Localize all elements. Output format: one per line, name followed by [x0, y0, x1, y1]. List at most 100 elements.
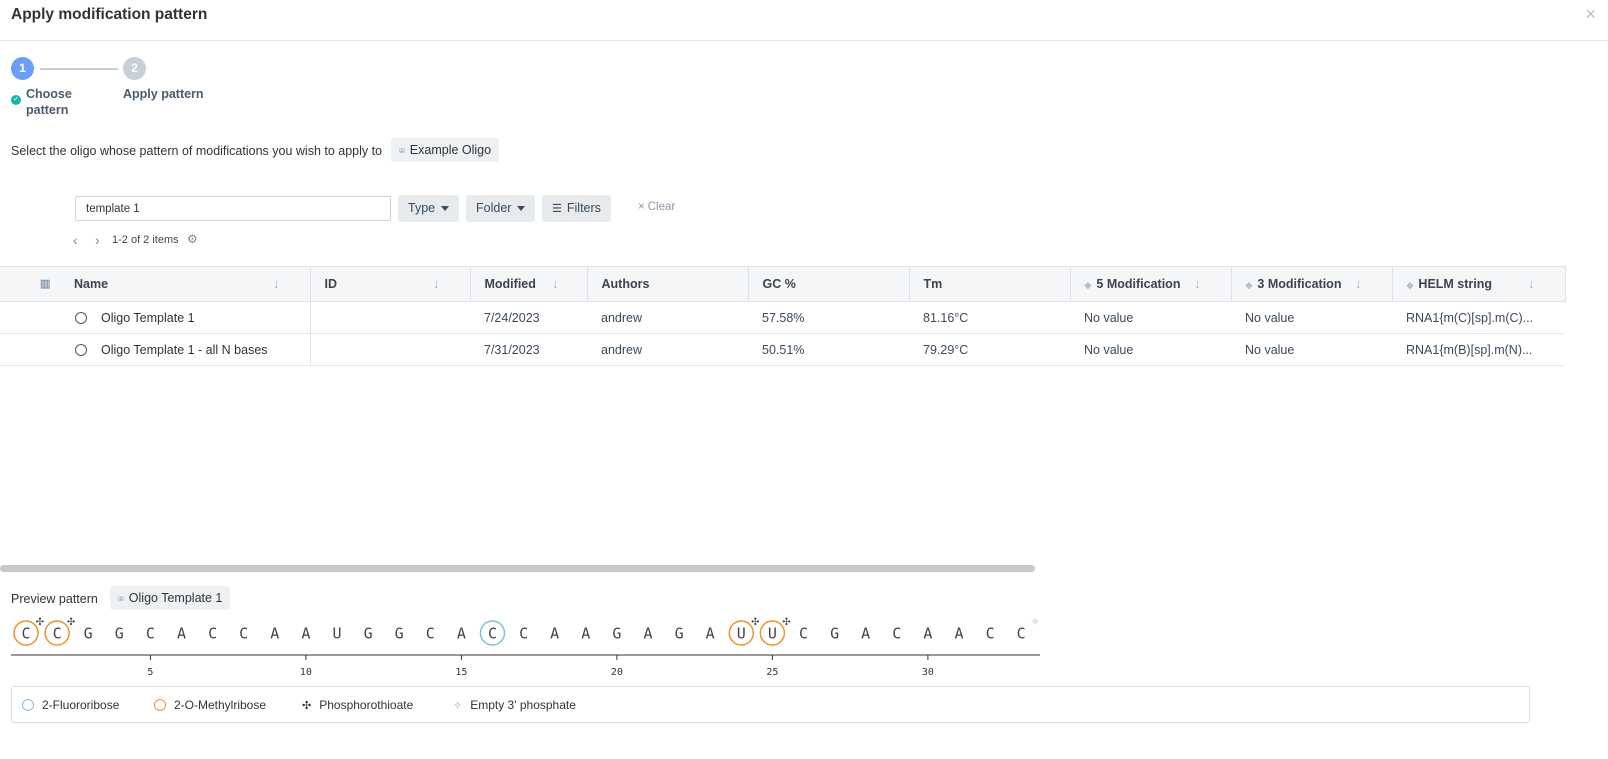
base-letter: U	[737, 625, 746, 643]
base-letter: G	[612, 625, 621, 643]
sequence-preview: C ✣ C ✣ G G C A C C A A U G G C A C C A A G A G A U ✣ U ✣ C G A C A A C C ✧ 5 1…	[11, 617, 1040, 678]
base-letter: A	[550, 625, 559, 643]
chevron-down-icon	[517, 206, 526, 212]
preview-oligo-chip: ᵍᵍ Oligo Template 1	[110, 586, 231, 610]
authors-cell: andrew	[587, 301, 748, 334]
select-column-header[interactable]: ▥	[0, 266, 60, 302]
axis-tick-label: 20	[611, 667, 623, 678]
base-letter: C	[208, 625, 217, 643]
column-header-modified[interactable]: Modified ↓	[470, 266, 588, 302]
column-header-helm[interactable]: ◆ HELM string ↓	[1392, 266, 1566, 302]
mod3-cell: No value	[1231, 301, 1392, 334]
instruction-text: Select the oligo whose pattern of modifi…	[11, 144, 383, 158]
table-row[interactable]: Oligo Template 1 - all N bases 7/31/2023…	[0, 333, 1565, 366]
base-letter: G	[830, 625, 839, 643]
oligo-icon: ᵍᵍ	[118, 594, 124, 604]
sort-arrow-icon: ↓	[273, 276, 280, 291]
row-select-radio[interactable]	[75, 344, 87, 357]
authors-cell: andrew	[587, 333, 748, 366]
tm-cell: 79.29°C	[909, 333, 1070, 366]
column-header-id[interactable]: ID ↓	[310, 266, 471, 302]
row-select-radio[interactable]	[75, 312, 87, 325]
base-letter: A	[270, 625, 279, 643]
column-header-tm[interactable]: Tm	[909, 266, 1071, 302]
sort-arrow-icon: ↓	[1528, 276, 1535, 291]
chevron-down-icon	[441, 206, 450, 212]
horizontal-scrollbar[interactable]	[0, 565, 1035, 572]
legend-methylribose: 2-O-Methylribose	[154, 698, 266, 712]
id-cell	[310, 333, 470, 366]
sort-arrow-icon: ↓	[552, 276, 559, 291]
name-cell: Oligo Template 1 - all N bases	[60, 333, 311, 366]
filter-icon: ☰	[552, 203, 562, 215]
base-letter: A	[954, 625, 963, 643]
pagination-summary: 1-2 of 2 items	[112, 234, 179, 246]
base-letter: A	[923, 625, 932, 643]
type-filter-button[interactable]: Type	[398, 195, 460, 222]
close-icon[interactable]: ×	[1585, 4, 1596, 25]
column-header-authors[interactable]: Authors	[587, 266, 749, 302]
filters-button[interactable]: ☰ Filters	[542, 195, 611, 222]
step-2-indicator[interactable]: 2	[123, 57, 146, 80]
stepper-connector	[40, 68, 118, 70]
tag-icon: ◆	[1406, 280, 1414, 290]
target-oligo-chip: ᵍᵍ Example Oligo	[391, 138, 500, 162]
legend-empty-3-phosphate: ✧ Empty 3' phosphate	[453, 698, 576, 712]
dialog-title: Apply modification pattern	[11, 6, 208, 23]
modified-cell: 7/24/2023	[470, 301, 587, 334]
empty-phosphate-icon: ✧	[1031, 617, 1039, 628]
base-letter: A	[301, 625, 310, 643]
header-divider	[0, 40, 1608, 41]
base-letter: G	[115, 625, 124, 643]
axis-tick-label: 25	[766, 667, 778, 678]
next-page-icon[interactable]: ›	[95, 232, 100, 248]
helm-cell: RNA1{m(C)[sp].m(C)...	[1392, 301, 1565, 334]
preview-pattern-label: Preview pattern	[11, 592, 98, 606]
table-row[interactable]: Oligo Template 1 7/24/2023 andrew 57.58%…	[0, 301, 1565, 334]
base-letter: A	[177, 625, 186, 643]
column-header-3-modification[interactable]: ◆ 3 Modification ↓	[1231, 266, 1393, 302]
column-settings-icon[interactable]: ⚙	[187, 232, 198, 246]
columns-icon: ▥	[40, 278, 51, 290]
base-letter: C	[488, 625, 497, 643]
phosphorothioate-icon: ✣	[67, 617, 75, 628]
id-cell	[310, 301, 470, 334]
base-letter: A	[643, 625, 652, 643]
step-complete-check-icon: ✓	[11, 95, 21, 105]
gc-cell: 57.58%	[748, 301, 909, 334]
base-letter: C	[21, 625, 30, 643]
base-letter: G	[364, 625, 373, 643]
phosphorothioate-icon: ✣	[36, 617, 44, 628]
search-input[interactable]	[75, 196, 391, 221]
sort-arrow-icon: ↓	[1355, 276, 1362, 291]
previous-page-icon[interactable]: ‹	[73, 232, 78, 248]
base-letter: C	[146, 625, 155, 643]
column-header-gc[interactable]: GC %	[748, 266, 910, 302]
folder-filter-button[interactable]: Folder	[466, 195, 536, 222]
base-letter: A	[581, 625, 590, 643]
column-header-name[interactable]: Name ↓	[60, 266, 311, 302]
mod5-cell: No value	[1070, 301, 1231, 334]
tag-icon: ◆	[1084, 280, 1092, 290]
step-1-indicator[interactable]: 1	[11, 57, 34, 80]
clear-filters-button[interactable]: × Clear	[638, 201, 675, 213]
tm-cell: 81.16°C	[909, 301, 1070, 334]
gc-cell: 50.51%	[748, 333, 909, 366]
base-letter: C	[1017, 625, 1026, 643]
fluororibose-circle-icon	[22, 699, 34, 711]
base-letter: A	[706, 625, 715, 643]
base-letter: U	[332, 625, 341, 643]
mod5-cell: No value	[1070, 333, 1231, 366]
base-letter: U	[768, 625, 777, 643]
step-2-label: Apply pattern	[123, 87, 204, 101]
column-header-5-modification[interactable]: ◆ 5 Modification ↓	[1070, 266, 1232, 302]
axis-tick-label: 15	[455, 667, 467, 678]
table-header-row: ▥ Name ↓ ID ↓ Modified ↓ Authors GC % Tm ◆ 5…	[0, 266, 1566, 302]
axis-tick-label: 10	[300, 667, 312, 678]
base-letter: C	[986, 625, 995, 643]
base-letter: A	[457, 625, 466, 643]
base-letter: G	[395, 625, 404, 643]
axis-tick-label: 5	[147, 667, 153, 678]
base-letter: A	[861, 625, 870, 643]
methylribose-circle-icon	[154, 699, 166, 711]
